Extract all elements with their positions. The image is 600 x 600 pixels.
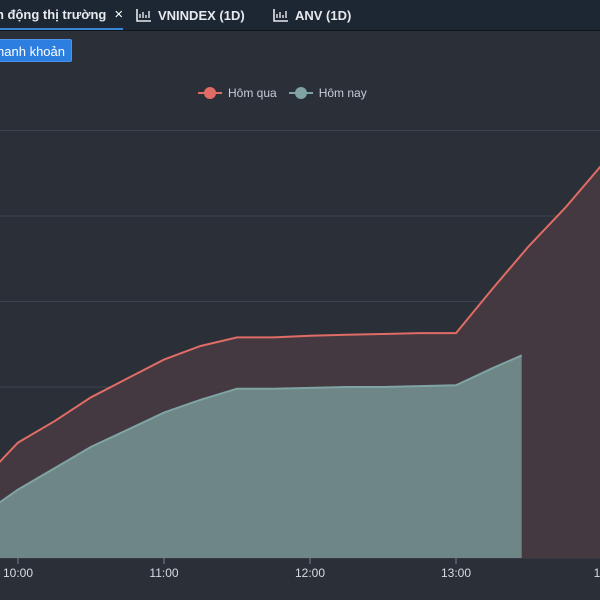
x-tick-label: 10:00 [3, 566, 33, 580]
x-tick-label: 14: [594, 566, 600, 580]
x-tick-label: 11:00 [149, 566, 178, 580]
liquidity-chart: 10:00 11:00 12:00 13:00 14: [0, 130, 600, 580]
x-tick-label: 13:00 [441, 566, 471, 580]
x-tick-label: 12:00 [295, 566, 325, 580]
